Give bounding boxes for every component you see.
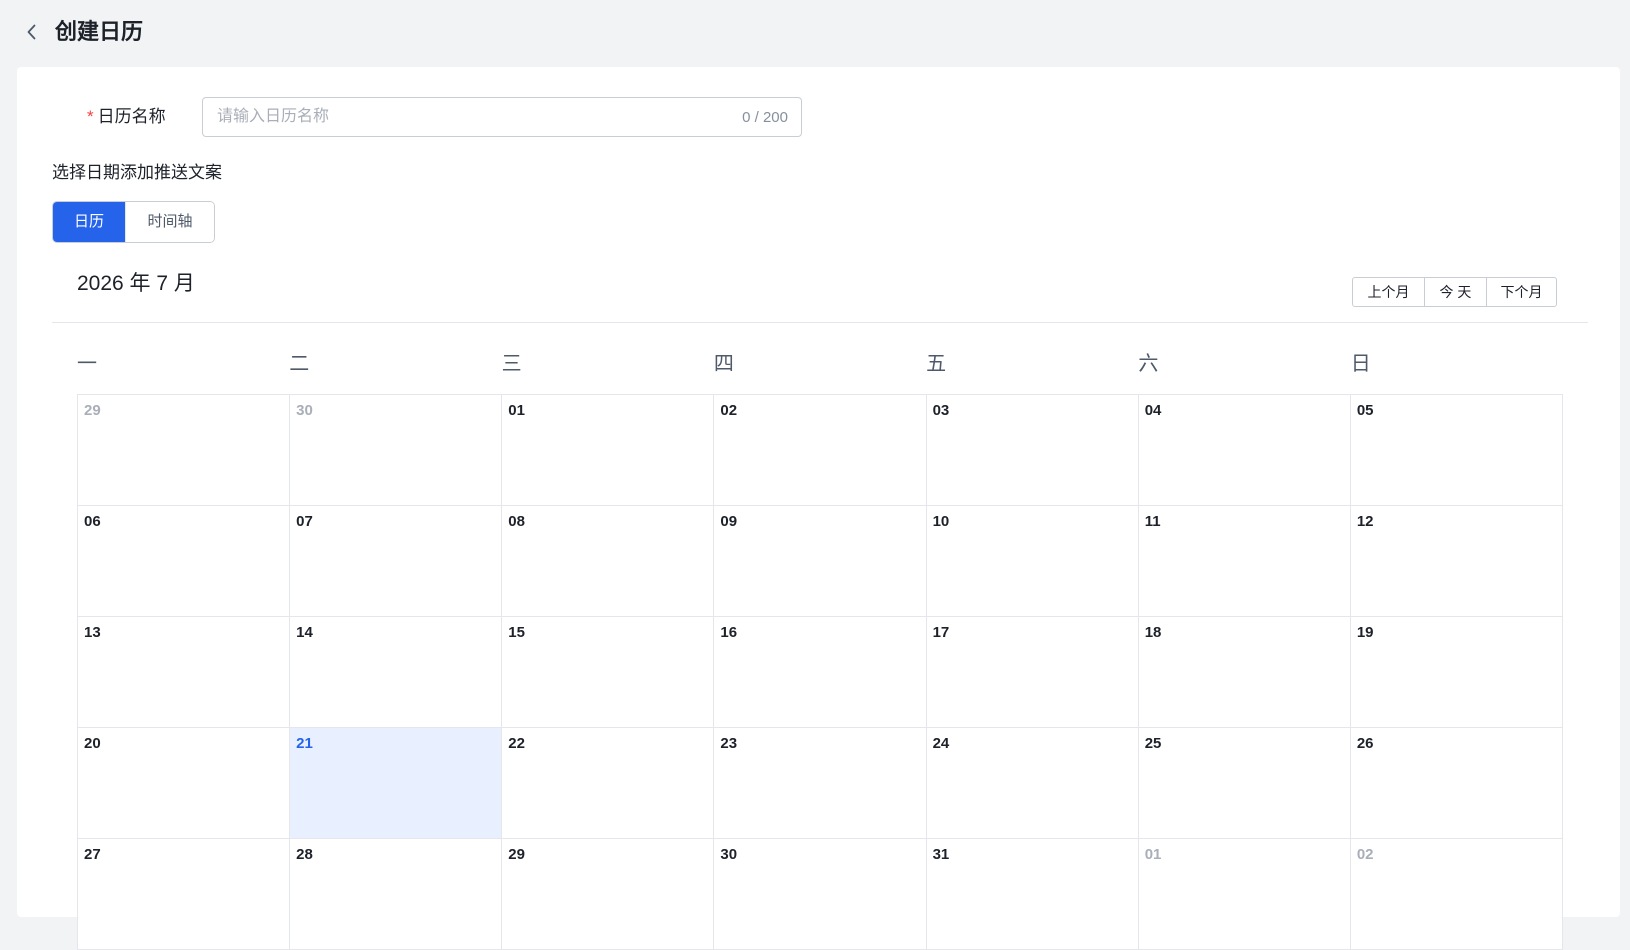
calendar-day-cell[interactable]: 09 bbox=[714, 506, 927, 617]
weekday-header: 一 二 三 四 五 六 日 bbox=[77, 349, 1563, 379]
day-number: 28 bbox=[296, 846, 313, 863]
calendar-day-cell[interactable]: 04 bbox=[1138, 395, 1351, 506]
day-number: 15 bbox=[508, 624, 525, 641]
day-number: 14 bbox=[296, 624, 313, 641]
day-number: 10 bbox=[932, 513, 950, 530]
calendar-day-cell[interactable]: 17 bbox=[926, 617, 1139, 728]
day-number: 01 bbox=[1144, 846, 1162, 863]
month-nav: 上个月 今 天 下个月 bbox=[1352, 277, 1557, 307]
calendar-day-cell[interactable]: 14 bbox=[290, 617, 503, 728]
day-number: 17 bbox=[932, 624, 950, 641]
calendar-day-cell[interactable]: 01 bbox=[502, 395, 715, 506]
day-number: 30 bbox=[296, 402, 313, 419]
day-number: 25 bbox=[1144, 735, 1162, 752]
calendar-day-cell[interactable]: 24 bbox=[926, 728, 1139, 839]
day-number: 03 bbox=[932, 402, 950, 419]
day-number: 08 bbox=[508, 513, 525, 530]
required-mark: * bbox=[87, 107, 94, 126]
calendar-day-cell[interactable]: 18 bbox=[1138, 617, 1351, 728]
day-number: 06 bbox=[84, 513, 101, 530]
calendar-day-cell[interactable]: 12 bbox=[1350, 506, 1563, 617]
calendar-day-cell[interactable]: 23 bbox=[714, 728, 927, 839]
day-number: 31 bbox=[932, 846, 950, 863]
day-number: 20 bbox=[84, 735, 101, 752]
day-number: 02 bbox=[720, 402, 738, 419]
calendar-day-cell[interactable]: 03 bbox=[926, 395, 1139, 506]
day-number: 09 bbox=[720, 513, 738, 530]
calendar-day-cell[interactable]: 30 bbox=[714, 839, 927, 950]
calendar-day-cell[interactable]: 26 bbox=[1350, 728, 1563, 839]
divider bbox=[52, 322, 1588, 323]
chevron-left-icon[interactable] bbox=[22, 22, 42, 42]
calendar-day-cell[interactable]: 29 bbox=[502, 839, 715, 950]
weekday-label: 二 bbox=[289, 353, 310, 375]
day-number: 24 bbox=[932, 735, 950, 752]
today-button[interactable]: 今 天 bbox=[1424, 278, 1486, 306]
calendar-day-cell[interactable]: 11 bbox=[1138, 506, 1351, 617]
calendar-day-cell[interactable]: 25 bbox=[1138, 728, 1351, 839]
calendar-name-label: * 日历名称 bbox=[87, 97, 207, 137]
page-header: 创建日历 bbox=[0, 0, 1630, 66]
day-number: 05 bbox=[1356, 402, 1374, 419]
calendar-day-cell[interactable]: 05 bbox=[1350, 395, 1563, 506]
day-number: 13 bbox=[84, 624, 101, 641]
day-number: 04 bbox=[1144, 402, 1162, 419]
calendar-day-cell[interactable]: 20 bbox=[78, 728, 291, 839]
prev-month-button[interactable]: 上个月 bbox=[1353, 278, 1424, 306]
calendar-view-button[interactable]: 日历 bbox=[53, 202, 125, 242]
calendar-day-cell[interactable]: 13 bbox=[78, 617, 291, 728]
calendar-day-cell[interactable]: 06 bbox=[78, 506, 291, 617]
calendar-day-cell[interactable]: 01 bbox=[1138, 839, 1351, 950]
day-number: 12 bbox=[1356, 513, 1374, 530]
calendar-name-label-text: 日历名称 bbox=[97, 107, 166, 126]
day-number: 18 bbox=[1144, 624, 1162, 641]
weekday-label: 三 bbox=[501, 353, 522, 375]
calendar-day-cell-today[interactable]: 21 bbox=[290, 728, 503, 839]
calendar-day-cell[interactable]: 07 bbox=[290, 506, 503, 617]
char-counter: 0 / 200 bbox=[742, 108, 788, 126]
calendar-day-cell[interactable]: 31 bbox=[926, 839, 1139, 950]
calendar-day-cell[interactable]: 15 bbox=[502, 617, 715, 728]
day-number: 01 bbox=[508, 402, 525, 419]
calendar-grid: 29 30 01 02 03 04 05 06 07 08 09 10 11 12 13 14 15 16 17 18… bbox=[77, 394, 1563, 950]
weekday-label: 六 bbox=[1138, 353, 1159, 375]
page-title: 创建日历 bbox=[55, 19, 144, 44]
weekday-label: 五 bbox=[926, 353, 947, 375]
day-number: 29 bbox=[84, 402, 101, 419]
calendar-day-cell[interactable]: 16 bbox=[714, 617, 927, 728]
section-label: 选择日期添加推送文案 bbox=[52, 163, 222, 182]
weekday-label: 日 bbox=[1350, 353, 1371, 375]
day-number: 30 bbox=[720, 846, 738, 863]
day-number: 23 bbox=[720, 735, 738, 752]
day-number: 02 bbox=[1356, 846, 1374, 863]
next-month-button[interactable]: 下个月 bbox=[1486, 278, 1556, 306]
day-number: 21 bbox=[296, 735, 313, 752]
day-number: 19 bbox=[1356, 624, 1374, 641]
timeline-view-button[interactable]: 时间轴 bbox=[125, 202, 214, 242]
day-number: 29 bbox=[508, 846, 525, 863]
weekday-label: 一 bbox=[77, 353, 97, 375]
view-toggle: 日历 时间轴 bbox=[52, 201, 215, 243]
calendar-name-field[interactable]: 0 / 200 bbox=[202, 97, 802, 137]
calendar-day-cell[interactable]: 30 bbox=[290, 395, 503, 506]
calendar-day-cell[interactable]: 29 bbox=[78, 395, 291, 506]
calendar-day-cell[interactable]: 10 bbox=[926, 506, 1139, 617]
calendar-day-cell[interactable]: 02 bbox=[1350, 839, 1563, 950]
calendar-day-cell[interactable]: 02 bbox=[714, 395, 927, 506]
weekday-label: 四 bbox=[713, 353, 734, 375]
calendar-day-cell[interactable]: 19 bbox=[1350, 617, 1563, 728]
day-number: 07 bbox=[296, 513, 313, 530]
calendar-day-cell[interactable]: 28 bbox=[290, 839, 503, 950]
day-number: 26 bbox=[1356, 735, 1374, 752]
day-number: 16 bbox=[720, 624, 738, 641]
calendar-day-cell[interactable]: 27 bbox=[78, 839, 291, 950]
day-number: 11 bbox=[1144, 513, 1161, 530]
calendar-name-input[interactable] bbox=[203, 98, 743, 136]
month-title: 2026 年 7 月 bbox=[77, 272, 195, 295]
day-number: 22 bbox=[508, 735, 525, 752]
form-card: *日历名称 0 / 200 选择日期添加推送文案 日历 时间轴 2026 年 7… bbox=[17, 67, 1620, 950]
calendar-day-cell[interactable]: 22 bbox=[502, 728, 715, 839]
calendar-day-cell[interactable]: 08 bbox=[502, 506, 715, 617]
day-number: 27 bbox=[84, 846, 101, 863]
